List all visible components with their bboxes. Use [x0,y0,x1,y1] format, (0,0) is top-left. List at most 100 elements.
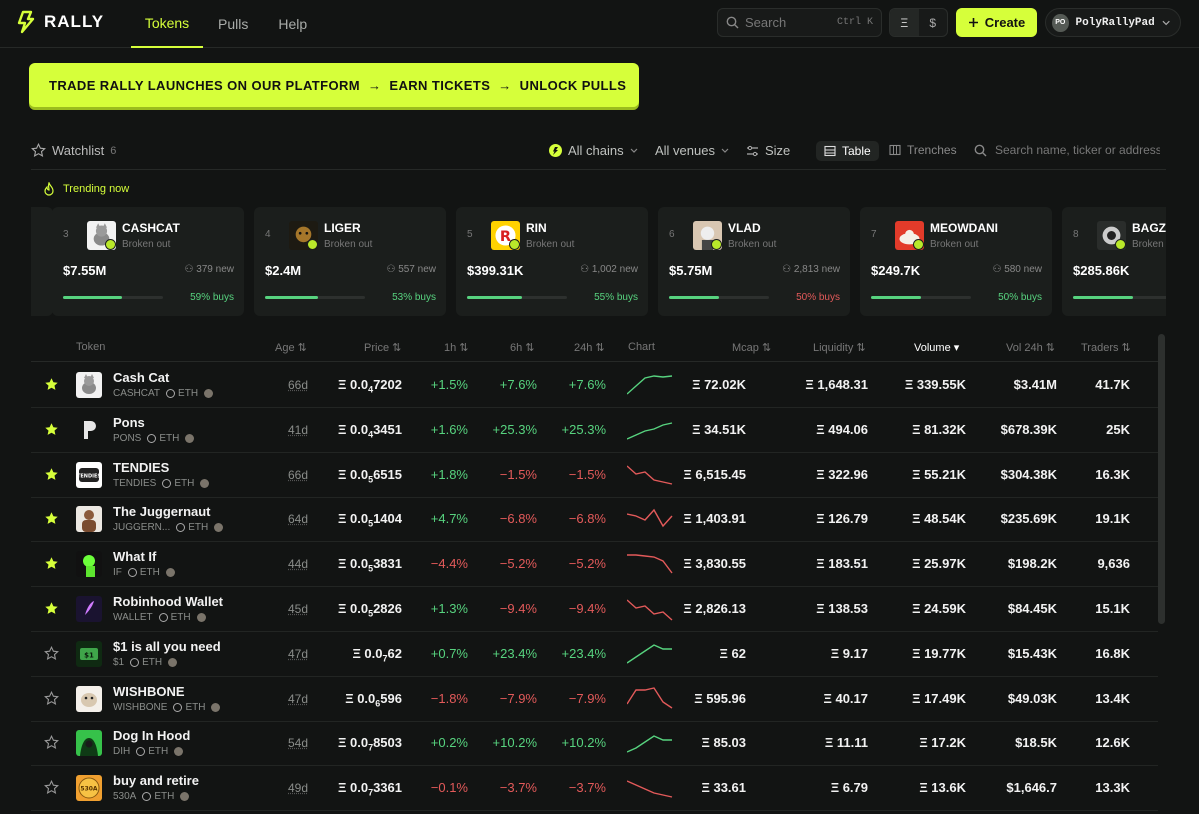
venues-dropdown[interactable]: All venues [655,143,729,158]
change-6h: −7.9% [499,690,537,706]
card-buys: 53% buys [392,292,436,303]
top-bar: RALLY Tokens Pulls Help Ctrl K Ξ $ Creat… [0,0,1199,48]
star-outline-icon[interactable] [44,690,59,706]
star-filled-icon[interactable] [44,601,59,616]
search-icon [726,16,739,29]
table-row[interactable]: Pons PONS ETH 41d Ξ 0.043451 +1.6% +25.3%… [31,408,1158,453]
star-filled-icon[interactable] [44,377,59,392]
token-name[interactable]: Robinhood Wallet [113,594,223,609]
col-age[interactable]: Age ⇅ [275,341,307,354]
card-token-name: LIGER [324,221,361,235]
star-filled-icon[interactable] [44,556,59,571]
table-row[interactable]: The Juggernaut JUGGERN... ETH 64d Ξ 0.051… [31,497,1158,543]
table-scrollbar[interactable] [1158,334,1165,624]
col-traders[interactable]: Traders ⇅ [1081,341,1131,354]
token-name[interactable]: Dog In Hood [113,728,190,743]
table-row[interactable]: 530A buy and retire 530A ETH 49d Ξ 0.0733… [31,766,1158,812]
table-row[interactable]: What If IF ETH 44d Ξ 0.053831 −4.4% −5.2%… [31,542,1158,588]
table-icon [824,145,836,157]
create-button[interactable]: Create [956,8,1037,37]
token-volume: Ξ 17.2K [919,735,966,751]
token-price: Ξ 0.073361 [338,780,402,798]
token-name[interactable]: Pons [113,415,145,430]
token-volume: Ξ 81.32K [912,421,966,437]
tab-pulls[interactable]: Pulls [203,0,263,48]
token-mcap: Ξ 6,515.45 [683,466,746,482]
star-filled-icon[interactable] [44,467,59,482]
token-meta: WALLET ETH [113,612,206,623]
token-vol24: $84.45K [1007,601,1057,616]
table-row[interactable]: Cash Cat CASHCAT ETH 66d Ξ 0.047202 +1.5%… [31,363,1158,408]
col-6h[interactable]: 6h ⇅ [510,341,535,354]
star-filled-icon[interactable] [44,511,59,526]
price-prefix: Ξ 0.0 [345,690,376,706]
size-toggle[interactable]: Size [746,143,790,158]
table-row[interactable]: TENDIES TENDIES TENDIES ETH 66d Ξ 0.05651… [31,453,1158,498]
sparkline-line [627,735,672,754]
currency-eth-option[interactable]: Ξ [890,9,919,36]
token-name[interactable]: What If [113,549,156,564]
sparkline-chart [627,422,673,440]
table-row[interactable]: $1 $1 is all you need $1 ETH 47d Ξ 0.0762… [31,632,1158,677]
change-6h: −5.2% [499,556,537,572]
currency-usd-option[interactable]: $ [919,9,948,36]
tab-help[interactable]: Help [263,0,322,48]
watchlist-toggle[interactable]: Watchlist 6 [31,143,116,158]
token-ticker: CASHCAT [113,388,161,399]
trending-card[interactable]: 3 CASHCAT Broken out $7.55M ⚇ 379 new 59… [52,207,244,316]
col-price[interactable]: Price ⇅ [364,341,401,354]
card-status: Broken out [728,239,777,250]
logo[interactable]: RALLY [14,10,104,34]
token-name[interactable]: TENDIES [113,460,169,475]
venue-icon [196,613,206,622]
global-search-input[interactable] [745,15,825,30]
col-1h[interactable]: 1h ⇅ [444,341,469,354]
change-24h: −9.4% [568,601,606,616]
trending-card[interactable]: 4 LIGER Broken out $2.4M ⚇ 557 new 53% b… [254,207,446,316]
trending-card[interactable]: 7 MEOWDANI Broken out $249.7K ⚇ 580 new … [860,207,1052,316]
trending-card[interactable] [31,207,53,316]
view-table-button[interactable]: Table [816,141,879,161]
col-24h[interactable]: 24h ⇅ [574,341,605,354]
token-name[interactable]: $1 is all you need [113,639,221,654]
col-mcap[interactable]: Mcap ⇅ [732,341,771,354]
token-traders: 9,636 [1097,556,1130,572]
col-token: Token [76,341,106,353]
venue-icon [165,568,175,578]
token-ticker: $1 [113,656,125,668]
table-row[interactable]: Dog In Hood DIH ETH 54d Ξ 0.078503 +0.2% … [31,721,1158,767]
table-row[interactable]: WISHBONE WISHBONE ETH 47d Ξ 0.06596 −1.8%… [31,677,1158,722]
col-vol24[interactable]: Vol 24h ⇅ [1006,341,1055,354]
trending-card[interactable]: 6 VLAD Broken out $5.75M ⚇ 2,813 new 50%… [658,207,850,316]
card-status: Broken out [122,239,171,250]
global-search[interactable]: Ctrl K [717,8,882,37]
token-name[interactable]: buy and retire [113,773,199,788]
trending-card[interactable]: 8 BAGZ Broken out $285.86K [1062,207,1166,316]
price-digits: 6515 [373,466,402,482]
card-new-count: 557 new [398,264,436,275]
star-outline-icon[interactable] [44,780,59,795]
sparkline-chart [627,509,673,528]
view-trenches-button[interactable]: Trenches [889,143,957,157]
promo-banner[interactable]: TRADE RALLY LAUNCHES ON OUR PLATFORM → E… [31,65,637,105]
token-meta: TENDIES ETH [113,478,210,489]
currency-toggle[interactable]: Ξ $ [889,8,948,37]
token-name[interactable]: Cash Cat [113,370,169,385]
token-name[interactable]: WISHBONE [113,684,185,699]
tab-tokens[interactable]: Tokens [131,0,203,48]
table-row[interactable]: Robinhood Wallet WALLET ETH 45d Ξ 0.05282… [31,587,1158,632]
star-filled-icon[interactable] [44,422,59,437]
trending-card[interactable]: 5 R RIN Broken out $399.31K ⚇ 1,002 new … [456,207,648,316]
venue-icon [185,433,195,443]
star-outline-icon[interactable] [44,735,59,750]
token-search[interactable] [974,143,1160,157]
star-outline-icon[interactable] [44,645,59,661]
buys-bar [669,296,769,299]
table-header: Token Age ⇅ Price ⇅ 1h ⇅ 6h ⇅ 24h ⇅ Char… [31,334,1158,362]
col-liquidity[interactable]: Liquidity ⇅ [813,341,866,354]
token-search-input[interactable] [995,143,1160,157]
col-volume[interactable]: Volume ▾ [914,341,959,354]
token-name[interactable]: The Juggernaut [113,504,211,519]
chains-dropdown[interactable]: All chains [549,143,638,158]
user-menu-button[interactable]: PO PolyRallyPad [1045,8,1181,37]
